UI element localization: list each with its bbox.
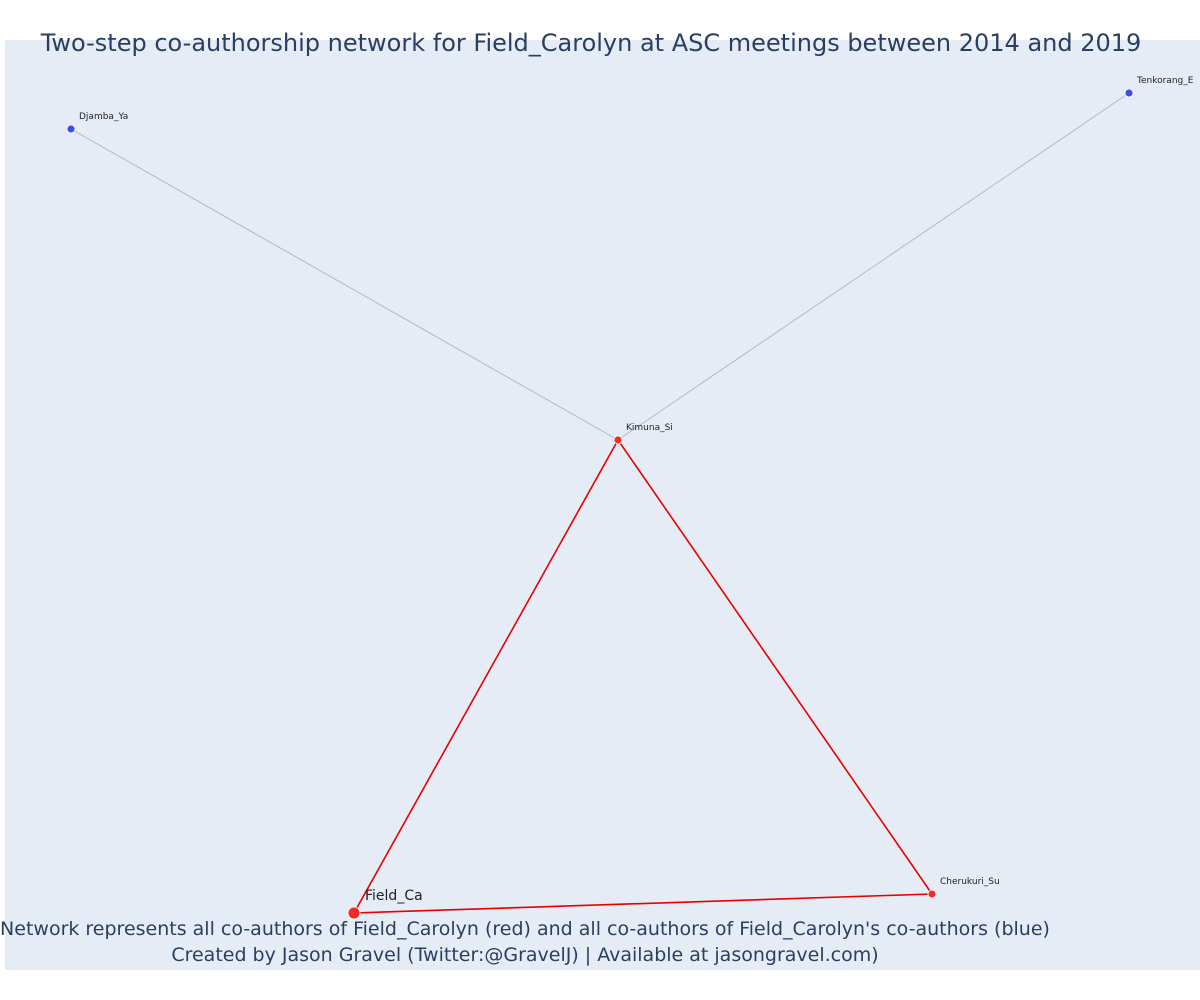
caption-line-1: Network represents all co-authors of Fie… bbox=[0, 918, 1050, 940]
network-figure: Field_Ca Kimuna_Si Cherukuri_Su Djamba_Ya Te… bbox=[0, 0, 1200, 1000]
node-marker[interactable] bbox=[1124, 88, 1134, 98]
node-label: Kimuna_Si bbox=[626, 423, 673, 433]
node-label: Djamba_Ya bbox=[79, 112, 128, 122]
network-graph: Field_Ca Kimuna_Si Cherukuri_Su Djamba_Ya Te… bbox=[66, 76, 1194, 920]
node-Tenkorang_E[interactable]: Tenkorang_E bbox=[1124, 76, 1194, 98]
edge-Kimuna_Si-Djamba_Ya bbox=[70, 128, 619, 441]
node-label: Tenkorang_E bbox=[1136, 76, 1194, 86]
node-marker[interactable] bbox=[613, 435, 623, 445]
edge-Kimuna_Si-Cherukuri_Su bbox=[617, 439, 933, 895]
node-Cherukuri_Su[interactable]: Cherukuri_Su bbox=[927, 877, 1000, 899]
edge-Field_Carolyn-Cherukuri_Su bbox=[353, 893, 933, 914]
chart-title: Two-step co-authorship network for Field… bbox=[40, 29, 1142, 57]
edge-Field_Carolyn-Kimuna_Si bbox=[353, 439, 619, 914]
edge-Kimuna_Si-Tenkorang_E bbox=[617, 92, 1130, 441]
node-label: Field_Ca bbox=[365, 888, 423, 904]
node-label: Cherukuri_Su bbox=[940, 877, 1000, 887]
node-Djamba_Ya[interactable]: Djamba_Ya bbox=[66, 112, 128, 134]
caption-line-2: Created by Jason Gravel (Twitter:@Gravel… bbox=[171, 944, 879, 966]
nodes-layer: Field_Ca Kimuna_Si Cherukuri_Su Djamba_Ya Te… bbox=[66, 76, 1194, 920]
edges-layer bbox=[70, 92, 1130, 914]
node-Kimuna_Si[interactable]: Kimuna_Si bbox=[613, 423, 673, 445]
node-marker[interactable] bbox=[927, 889, 937, 899]
node-marker[interactable] bbox=[66, 124, 76, 134]
